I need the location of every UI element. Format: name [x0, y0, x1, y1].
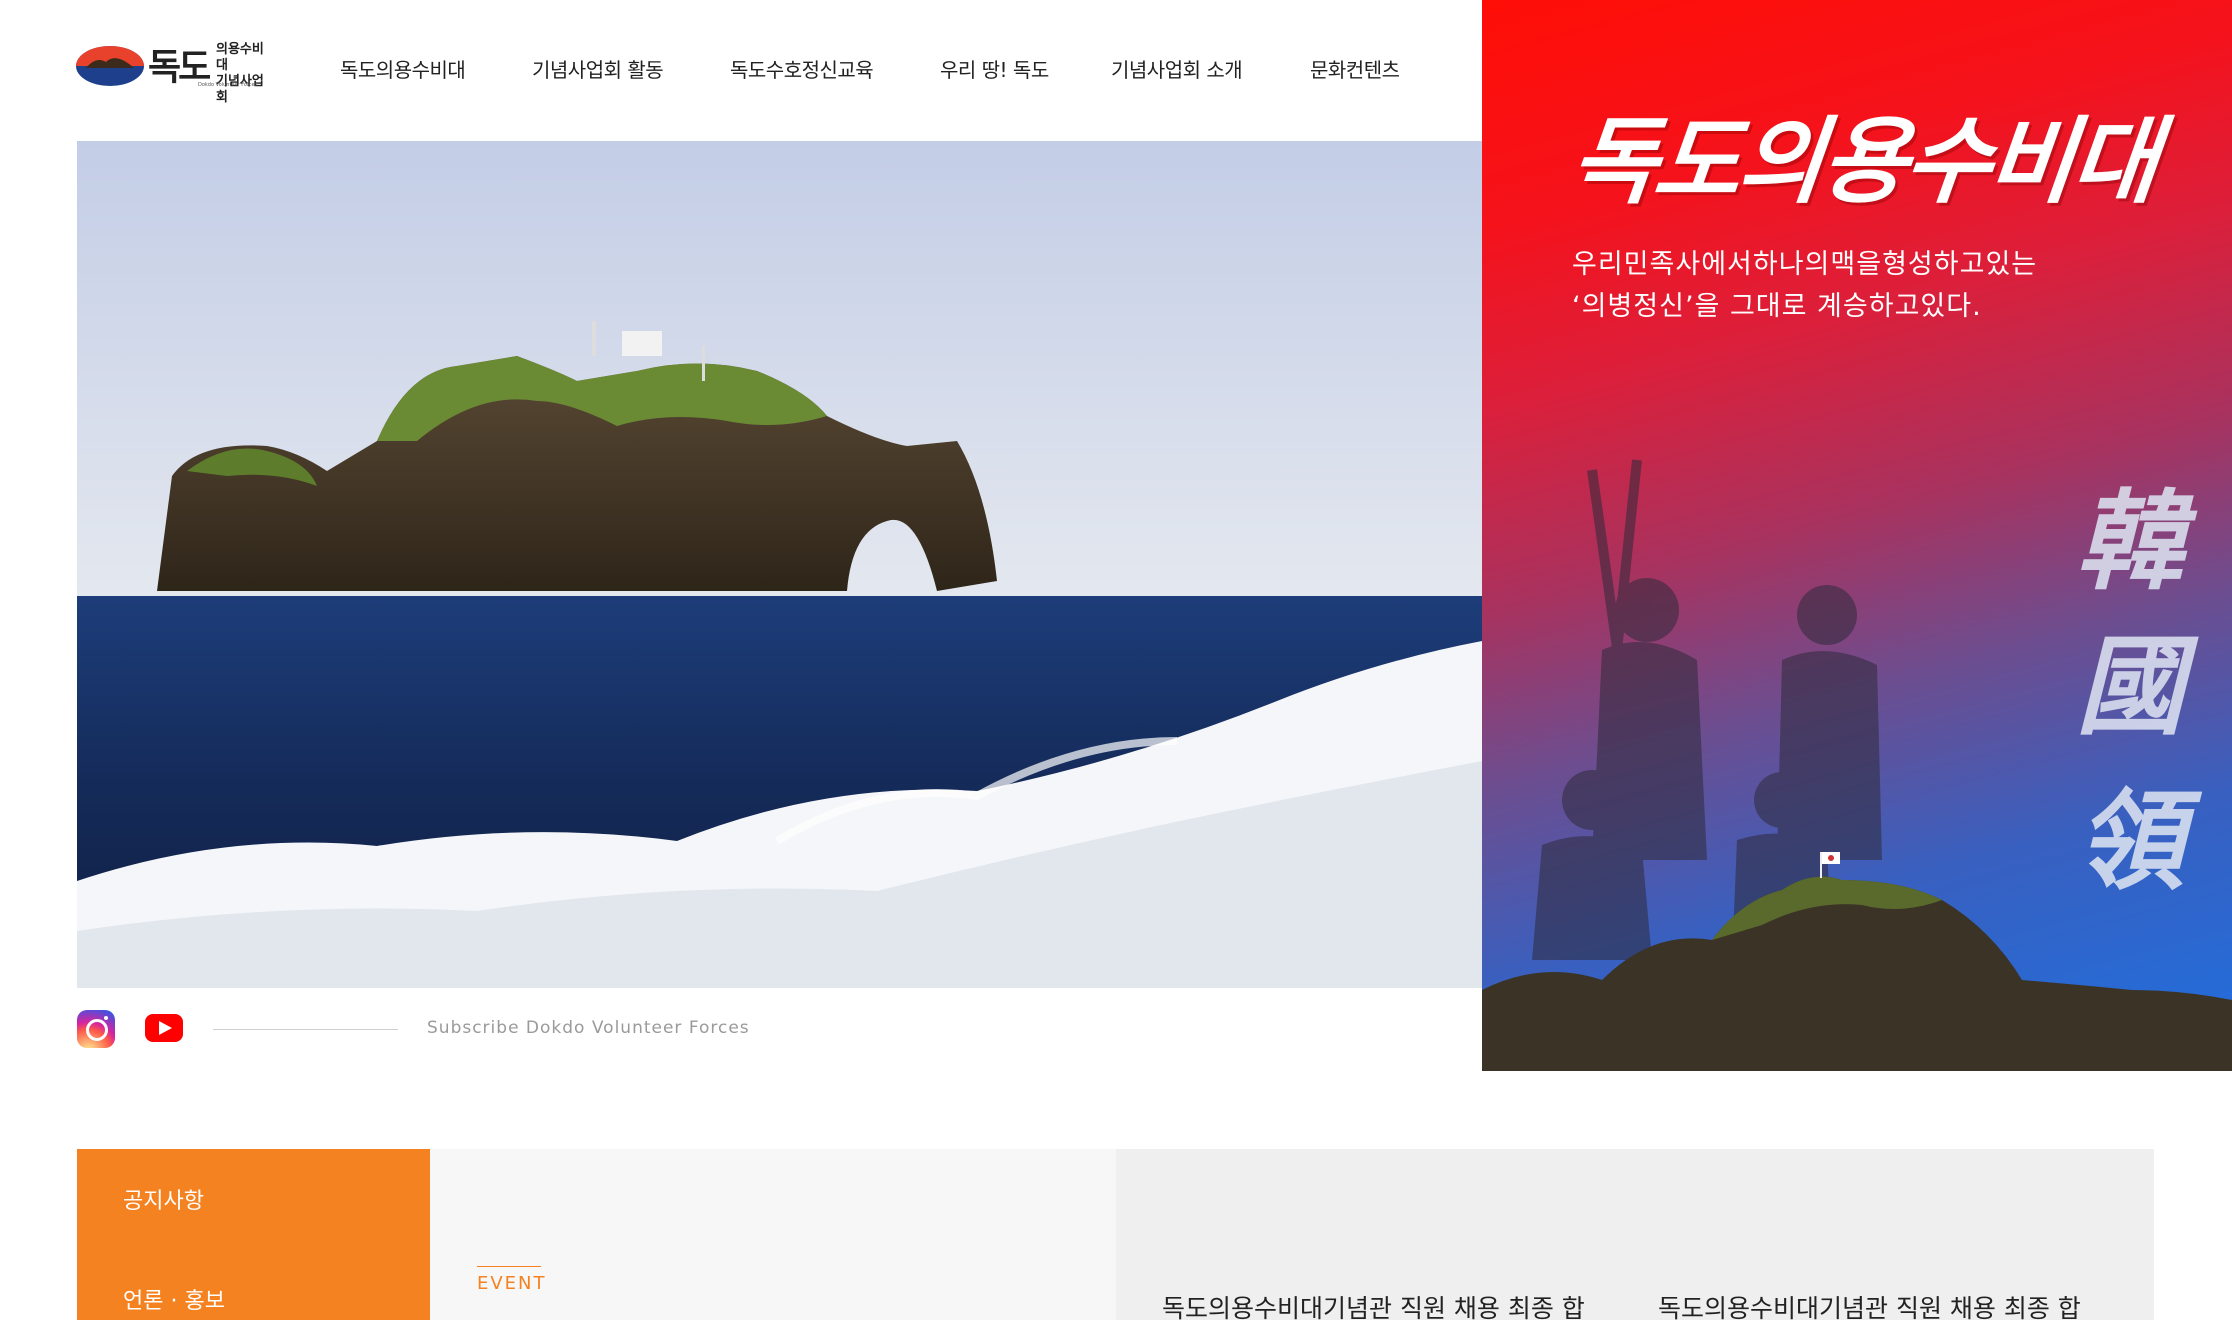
nav-item-activities[interactable]: 기념사업회 활동 — [532, 54, 664, 83]
menu-item-press[interactable]: 언론 · 홍보 — [123, 1283, 225, 1315]
news-panel: 독도의용수비대기념관 직원 채용 최종 합 독도의용수비대기념관 직원 채용 최… — [1116, 1149, 2154, 1323]
logo-line-1: 의용수비대 — [216, 42, 264, 73]
instagram-icon[interactable] — [77, 1010, 115, 1048]
promo-banner[interactable]: 독도의용수비대 우리민족사에서하나의맥을형성하고있는 ‘의병정신’을 그대로 계… — [1482, 0, 2232, 1071]
logo-line-2: 기념사업회 — [216, 74, 264, 105]
event-underline — [477, 1266, 541, 1267]
banner-illustration — [1482, 459, 2232, 1071]
event-label: EVENT — [477, 1273, 547, 1294]
youtube-icon[interactable] — [145, 1014, 183, 1042]
nav-item-culture[interactable]: 문화컨텐츠 — [1310, 54, 1400, 83]
nav-item-about[interactable]: 기념사업회 소개 — [1111, 54, 1243, 83]
logo-sub-text: 의용수비대 기념사업회 — [216, 42, 266, 106]
hero-image — [77, 141, 1482, 988]
event-panel: EVENT — [430, 1149, 1116, 1320]
logo-english: Dokdo Volunteer Forces — [198, 82, 258, 88]
board-menu: 공지사항 언론 · 홍보 — [77, 1149, 430, 1320]
social-divider — [213, 1029, 398, 1030]
nav-item-education[interactable]: 독도수호정신교육 — [730, 54, 874, 83]
subscribe-text: Subscribe Dokdo Volunteer Forces — [427, 1018, 750, 1038]
site-logo[interactable]: 독도 의용수비대 기념사업회 Dokdo Volunteer Forces — [76, 38, 266, 105]
nav-item-volunteer-forces[interactable]: 독도의용수비대 — [340, 54, 466, 83]
menu-item-notice[interactable]: 공지사항 — [123, 1183, 204, 1215]
nav-item-our-land[interactable]: 우리 땅! 독도 — [940, 54, 1049, 83]
